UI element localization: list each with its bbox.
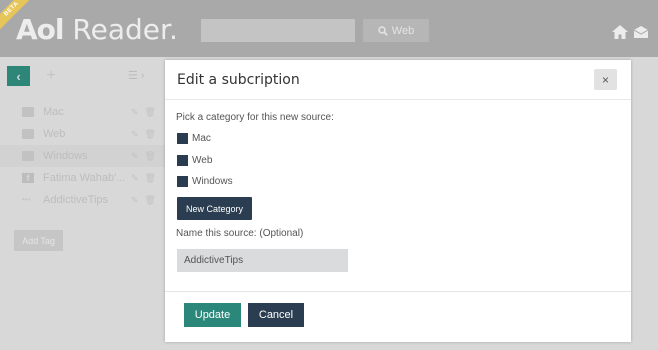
sidebar-item-label: Fatima Wahab'... — [43, 172, 126, 184]
new-category-button[interactable]: New Category — [177, 197, 252, 220]
trash-icon[interactable]: 🗑 — [145, 173, 156, 184]
sidebar-item-windows[interactable]: Windows ✎ 🗑 — [0, 145, 165, 167]
edit-icon[interactable]: ✎ — [131, 173, 139, 184]
sidebar-item-label: Mac — [43, 106, 64, 118]
cancel-button[interactable]: Cancel — [248, 303, 304, 327]
search-icon — [378, 25, 388, 36]
app-header: BETA Aol Reader. Web — [0, 0, 658, 57]
search-web-button[interactable]: Web — [363, 19, 429, 42]
item-actions: ✎ 🗑 — [131, 151, 156, 162]
sidebar-item-label: Web — [43, 128, 66, 140]
sidebar-item-mac[interactable]: Mac ✎ 🗑 — [0, 101, 165, 123]
category-option-mac[interactable]: Mac — [177, 133, 211, 144]
logo-product: Reader. — [72, 13, 178, 46]
trash-icon[interactable]: 🗑 — [145, 129, 156, 140]
category-label: Windows — [192, 176, 233, 187]
folder-icon — [22, 107, 34, 117]
dialog-title: Edit a subcription — [177, 72, 300, 88]
sidebar-item-label: AddictiveTips — [43, 194, 109, 206]
checkbox[interactable] — [177, 176, 188, 187]
search-input[interactable] — [201, 19, 355, 42]
sidebar-item-label: Windows — [43, 150, 88, 162]
checkbox[interactable] — [177, 133, 188, 144]
category-option-web[interactable]: Web — [177, 155, 212, 166]
logo-brand: Aol — [16, 13, 65, 46]
item-actions: ✎ 🗑 — [131, 107, 156, 118]
app-logo[interactable]: Aol Reader. — [16, 13, 178, 46]
update-button[interactable]: Update — [184, 303, 241, 327]
sidebar-item-fatima[interactable]: f Fatima Wahab'... ✎ 🗑 — [0, 167, 165, 189]
dialog-header: Edit a subcription × — [165, 60, 631, 100]
item-actions: ✎ 🗑 — [131, 195, 156, 206]
item-actions: ✎ 🗑 — [131, 129, 156, 140]
feed-list-edge — [628, 57, 658, 350]
dialog-divider — [165, 291, 631, 292]
chevron-left-icon: ‹ — [16, 68, 21, 84]
trash-icon[interactable]: 🗑 — [145, 107, 156, 118]
sidebar-item-web[interactable]: Web ✎ 🗑 — [0, 123, 165, 145]
add-feed-button[interactable]: + — [40, 66, 62, 86]
category-label: Web — [192, 155, 213, 166]
category-label: Mac — [192, 133, 211, 144]
home-icon[interactable] — [612, 25, 628, 39]
close-button[interactable]: × — [594, 69, 617, 90]
sidebar-item-addictivetips[interactable]: ••• AddictiveTips ✎ 🗑 — [0, 189, 165, 211]
search-button-label: Web — [391, 24, 415, 37]
sidebar: ‹ + ☰ › Mac ✎ 🗑 Web ✎ 🗑 Windows ✎ 🗑 f Fatim… — [0, 57, 165, 350]
edit-icon[interactable]: ✎ — [131, 107, 139, 118]
source-name-label: Name this source: (Optional) — [176, 228, 304, 239]
menu-toggle-button[interactable]: ☰ › — [128, 69, 150, 83]
edit-icon[interactable]: ✎ — [131, 195, 139, 206]
close-icon: × — [601, 72, 609, 87]
folder-icon — [22, 151, 34, 161]
trash-icon[interactable]: 🗑 — [145, 195, 156, 206]
folder-icon — [22, 129, 34, 139]
add-tag-button[interactable]: Add Tag — [14, 230, 63, 251]
dots-icon: ••• — [22, 195, 31, 204]
category-option-windows[interactable]: Windows — [177, 176, 233, 187]
source-name-input[interactable] — [177, 249, 348, 272]
edit-icon[interactable]: ✎ — [131, 151, 139, 162]
back-button[interactable]: ‹ — [7, 66, 30, 86]
edit-subscription-dialog: Edit a subcription × Pick a category for… — [165, 60, 631, 342]
list-icon: ☰ › — [128, 70, 145, 82]
item-actions: ✎ 🗑 — [131, 173, 156, 184]
facebook-icon: f — [22, 173, 34, 183]
trash-icon[interactable]: 🗑 — [145, 151, 156, 162]
checkbox[interactable] — [177, 155, 188, 166]
plus-icon: + — [46, 67, 56, 84]
edit-icon[interactable]: ✎ — [131, 129, 139, 140]
category-prompt: Pick a category for this new source: — [176, 112, 334, 123]
mail-icon[interactable] — [634, 26, 648, 38]
